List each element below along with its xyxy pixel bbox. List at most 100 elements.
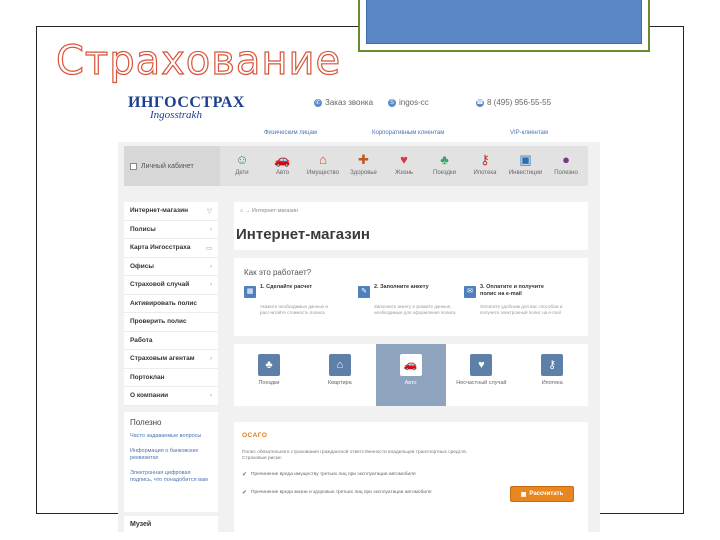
- sidebar-item-0[interactable]: Интернет-магазин ▽: [124, 202, 218, 221]
- sidebar-item-6[interactable]: Проверить полис: [124, 313, 218, 332]
- step-icon: ▦: [244, 286, 256, 298]
- contact-1[interactable]: Singos-cc: [388, 98, 429, 107]
- product-icon: 🚗: [399, 354, 422, 376]
- osago-description: Полис обязательного страхования гражданс…: [242, 450, 468, 461]
- osago-panel: ОСАГО Полис обязательного страхования гр…: [234, 422, 588, 532]
- decorative-box-fill: [366, 0, 642, 44]
- sidebar-item-mark: ›: [209, 281, 212, 289]
- category-4[interactable]: ♥ Жизнь: [386, 152, 422, 176]
- personal-cabinet-button[interactable]: Личный кабинет: [124, 146, 220, 186]
- product-tab-4[interactable]: ⚷ Ипотека: [517, 344, 587, 406]
- sidebar-item-8[interactable]: Страховым агентам ›: [124, 350, 218, 369]
- skype-icon: S: [388, 98, 396, 107]
- osago-title: ОСАГО: [242, 432, 268, 439]
- product-label: Несчастный случай: [456, 380, 507, 386]
- top-link-0[interactable]: Физическим лицам: [264, 130, 317, 136]
- health-icon: ✚: [358, 152, 369, 167]
- product-tab-3[interactable]: ♥ Несчастный случай: [446, 344, 516, 406]
- sidebar-item-7[interactable]: Работа: [124, 332, 218, 350]
- category-label: Ипотека: [473, 170, 497, 176]
- sidebar-item-mark: ›: [209, 355, 212, 363]
- calculator-icon: ▦: [520, 491, 527, 498]
- sidebar-item-5[interactable]: Активировать полис: [124, 295, 218, 313]
- sidebar-item-9[interactable]: Портоклан: [124, 369, 218, 387]
- sidebar-item-label: Интернет-магазин: [130, 207, 189, 215]
- product-tab-0[interactable]: ♣ Поездки: [234, 344, 304, 406]
- sidebar-item-mark: ›: [209, 225, 212, 233]
- top-link-2[interactable]: VIP-клиентам: [510, 130, 548, 136]
- personal-cabinet-label: Личный кабинет: [141, 162, 194, 170]
- sidebar-item-label: Проверить полис: [130, 318, 187, 326]
- category-label: Поездки: [433, 170, 456, 176]
- product-selector: ♣ Поездки ⌂ Квартира 🚗 Авто ♥ Несчастный случай…: [234, 344, 588, 406]
- category-6[interactable]: ⚷ Ипотека: [467, 152, 503, 176]
- palm-icon: ♣: [440, 152, 449, 167]
- useful-link-1[interactable]: Информация о банковских реквизитах: [130, 448, 212, 462]
- ingosstrakh-logo[interactable]: ИНГОССТРАХ Ingosstrakh: [128, 94, 244, 126]
- slide-title: Страхование: [55, 37, 342, 84]
- product-icon: ⌂: [328, 354, 351, 376]
- category-3[interactable]: ✚ Здоровье: [346, 152, 382, 176]
- product-tab-2[interactable]: 🚗 Авто: [375, 344, 446, 406]
- step-description: Заполните анкету и укажите данные, необх…: [374, 304, 456, 315]
- product-tab-1[interactable]: ⌂ Квартира: [305, 344, 375, 406]
- category-1[interactable]: 🚗 Авто: [265, 152, 301, 176]
- top-link-1[interactable]: Корпоративным клиентам: [372, 130, 444, 136]
- category-0[interactable]: ☺ Дети: [224, 152, 260, 176]
- step-icon: ✉: [464, 286, 476, 298]
- heart-icon: ♥: [400, 152, 408, 167]
- check-icon: ✔: [242, 490, 248, 496]
- step-description: Укажите необходимые данные и рассчитайте…: [260, 304, 328, 315]
- sidebar-item-2[interactable]: Карта Ингосстраха ▭: [124, 239, 218, 258]
- car-icon: 🚗: [274, 152, 291, 167]
- contact-label: Заказ звонка: [325, 98, 374, 107]
- category-label: Полезно: [554, 170, 578, 176]
- useful-link-2[interactable]: Электронная цифровая подпись, что понадо…: [130, 470, 212, 484]
- category-label: Жизнь: [394, 170, 414, 176]
- useful-link-0[interactable]: Часто задаваемые вопросы: [130, 433, 212, 440]
- step-description: Оплатите удобным для вас способом и полу…: [480, 304, 563, 315]
- category-2[interactable]: ⌂ Имущество: [305, 152, 341, 176]
- category-label: Здоровье: [350, 170, 377, 176]
- sidebar-item-label: Страховой случай: [130, 281, 190, 289]
- calculate-button[interactable]: ▦ Рассчитать: [510, 486, 574, 502]
- contact-0[interactable]: ✆ Заказ звонка: [314, 98, 373, 107]
- useful-heading: Полезно: [130, 418, 162, 427]
- category-7[interactable]: ▣ Инвестиции: [508, 152, 544, 176]
- sidebar-item-label: Карта Ингосстраха: [130, 244, 191, 252]
- category-bar: Личный кабинет ☺ Дети 🚗 Авто ⌂ Имущество ✚ Здор…: [124, 146, 588, 186]
- main-header: ⌂ → Интернет-магазин Интернет-магазин: [234, 202, 588, 250]
- call-icon: ☎: [476, 98, 484, 107]
- sidebar-item-label: Офисы: [130, 262, 154, 270]
- contact-2[interactable]: ☎ 8 (495) 956-55-55: [476, 98, 551, 107]
- breadcrumb[interactable]: ⌂ → Интернет-магазин: [240, 208, 298, 214]
- step-title: 2. Заполните анкету: [374, 284, 429, 290]
- sidebar-item-label: Работа: [130, 336, 153, 344]
- product-icon: ♣: [258, 354, 280, 376]
- category-5[interactable]: ♣ Поездки: [427, 152, 463, 176]
- site-header: ИНГОССТРАХ Ingosstrakh ✆ Заказ звонка Sing…: [118, 86, 600, 142]
- website-screenshot: ИНГОССТРАХ Ingosstrakh ✆ Заказ звонка Sing…: [118, 86, 600, 532]
- sidebar-item-1[interactable]: Полисы ›: [124, 221, 218, 239]
- category-label: Имущество: [307, 170, 339, 176]
- presentation-slide: Страхование ИНГОССТРАХ Ingosstrakh ✆ Зака…: [0, 0, 720, 540]
- useful-panel: Полезно Часто задаваемые вопросы Информац…: [124, 412, 218, 512]
- sidebar-item-10[interactable]: О компании ›: [124, 387, 218, 406]
- step-title: 1. Сделайте расчет: [260, 284, 313, 290]
- osago-risk-0: ✔ Причинение вреда имуществу третьих лиц …: [242, 472, 472, 478]
- sidebar-item-mark: ▭: [205, 244, 212, 252]
- museum-link[interactable]: Музей: [124, 516, 218, 532]
- house-icon: ⌂: [319, 152, 327, 167]
- sidebar-item-label: Страховым агентам: [130, 355, 195, 363]
- sidebar-item-4[interactable]: Страховой случай ›: [124, 276, 218, 295]
- category-8[interactable]: ● Полезно: [548, 152, 584, 176]
- contact-label: ingos-cc: [399, 98, 429, 107]
- product-icon: ⚷: [541, 354, 564, 376]
- sidebar-item-3[interactable]: Офисы ›: [124, 258, 218, 276]
- category-label: Инвестиции: [508, 170, 543, 176]
- piggy-icon: ●: [562, 152, 570, 167]
- login-icon: [130, 162, 137, 170]
- sidebar-item-mark: ›: [209, 262, 212, 270]
- sidebar-item-mark: ▽: [207, 207, 212, 215]
- how-it-works-panel: Как это работает? ▦ 1. Сделайте расчет Ука…: [234, 258, 588, 336]
